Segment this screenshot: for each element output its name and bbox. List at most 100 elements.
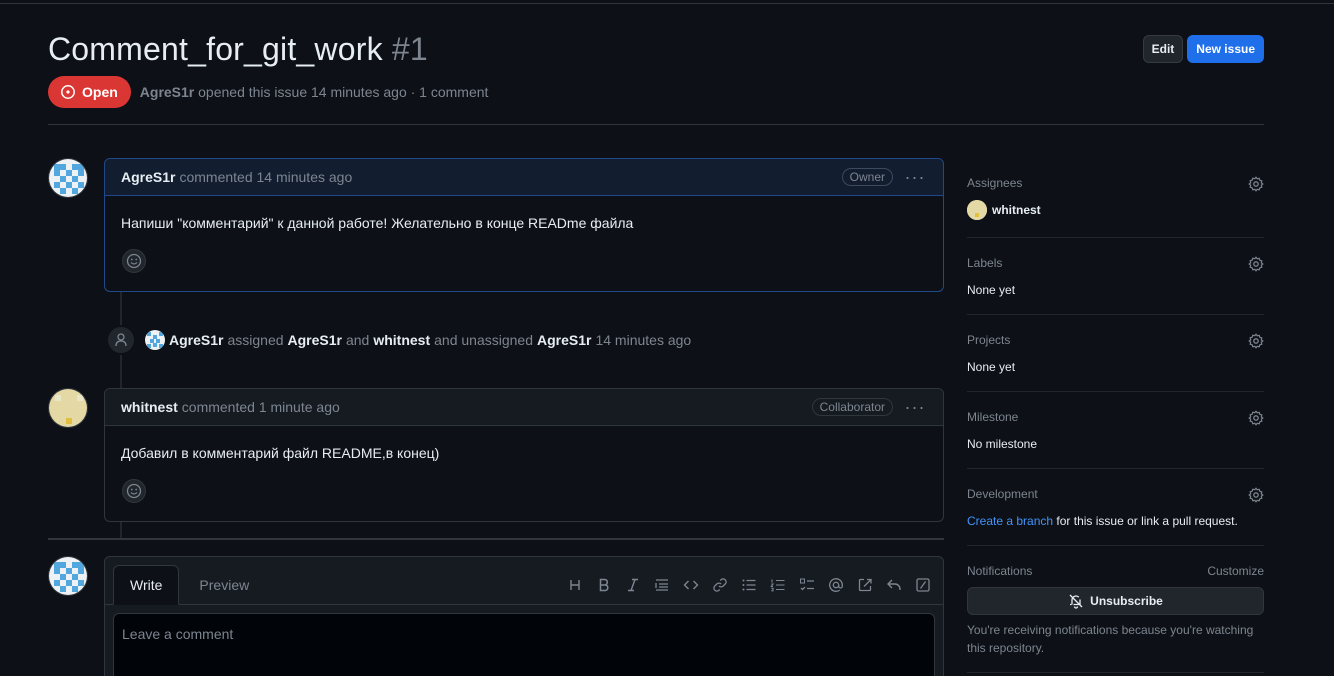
status-label: Open xyxy=(82,84,118,100)
comment-author[interactable]: whitnest xyxy=(121,399,178,415)
tab-preview[interactable]: Preview xyxy=(183,565,265,605)
numbered-list-icon[interactable] xyxy=(763,574,792,596)
avatar xyxy=(967,200,987,220)
avatar[interactable] xyxy=(48,388,88,428)
timeline-divider xyxy=(48,538,944,540)
reply-icon[interactable] xyxy=(879,574,908,596)
quote-icon[interactable] xyxy=(647,574,676,596)
assignment-event: AgreS1r assigned AgreS1r and whitnest an… xyxy=(106,325,691,355)
milestone-value: No milestone xyxy=(967,437,1038,451)
development-text: for this issue or link a pull request. xyxy=(1053,514,1238,528)
gear-icon[interactable] xyxy=(1248,487,1264,503)
sidebar-divider xyxy=(967,545,1264,546)
comment-author[interactable]: AgreS1r xyxy=(121,169,175,185)
event-user[interactable]: AgreS1r xyxy=(288,332,342,348)
issue-author[interactable]: AgreS1r xyxy=(140,84,194,100)
section-title: Assignees xyxy=(967,176,1023,190)
role-badge: Owner xyxy=(841,168,893,186)
avatar[interactable] xyxy=(48,556,88,596)
link-icon[interactable] xyxy=(705,574,734,596)
event-actor[interactable]: AgreS1r xyxy=(169,332,223,348)
issue-number: #1 xyxy=(391,31,428,67)
event-user[interactable]: whitnest xyxy=(373,332,430,348)
issue-state-row: Open AgreS1r opened this issue 14 minute… xyxy=(48,76,488,108)
sidebar-divider xyxy=(967,237,1264,238)
italic-icon[interactable] xyxy=(618,574,647,596)
event-time[interactable]: 14 minutes ago xyxy=(595,332,691,348)
comment-body: Напиши "комментарий" к данной работе! Же… xyxy=(121,215,634,231)
gear-icon[interactable] xyxy=(1248,333,1264,349)
event-word: and xyxy=(345,332,370,348)
issue-open-icon xyxy=(61,85,75,99)
markdown-toolbar xyxy=(560,574,937,596)
comment-time[interactable]: commented 14 minutes ago xyxy=(179,169,352,185)
customize-link[interactable]: Customize xyxy=(1207,564,1264,578)
event-user[interactable]: AgreS1r xyxy=(537,332,591,348)
task-list-icon[interactable] xyxy=(792,574,821,596)
more-options-icon[interactable]: ··· xyxy=(903,168,927,186)
gear-icon[interactable] xyxy=(1248,410,1264,426)
notifications-note: You're receiving notifications because y… xyxy=(967,623,1254,655)
projects-value: None yet xyxy=(967,360,1016,374)
slash-commands-icon[interactable] xyxy=(908,574,937,596)
code-icon[interactable] xyxy=(676,574,705,596)
create-branch-link[interactable]: Create a branch xyxy=(967,514,1053,528)
new-issue-button[interactable]: New issue xyxy=(1187,35,1264,63)
development-section: Development Create a branch for this iss… xyxy=(967,487,1264,528)
comment: AgreS1r commented 14 minutes ago Owner ·… xyxy=(104,158,944,292)
gear-icon[interactable] xyxy=(1248,176,1264,192)
add-reaction-button[interactable] xyxy=(122,249,146,273)
comment-textarea[interactable]: Leave a comment xyxy=(113,613,935,676)
mention-icon[interactable] xyxy=(821,574,850,596)
issue-meta-text: opened this issue 14 minutes ago · 1 com… xyxy=(198,84,489,100)
comment-composer: Write Preview Leave a comment xyxy=(104,556,944,676)
bulleted-list-icon[interactable] xyxy=(734,574,763,596)
milestone-section: Milestone No milestone xyxy=(967,410,1264,451)
gear-icon[interactable] xyxy=(1248,256,1264,272)
bell-slash-icon xyxy=(1069,594,1083,609)
event-word: and unassigned xyxy=(434,332,533,348)
sidebar-divider xyxy=(967,468,1264,469)
issue-meta: AgreS1r opened this issue 14 minutes ago… xyxy=(140,84,489,100)
add-reaction-button[interactable] xyxy=(122,479,146,503)
comment: whitnest commented 1 minute ago Collabor… xyxy=(104,388,944,522)
unsubscribe-button[interactable]: Unsubscribe xyxy=(967,587,1264,615)
comment-time[interactable]: commented 1 minute ago xyxy=(182,399,340,415)
section-title: Labels xyxy=(967,256,1003,270)
event-word: assigned xyxy=(227,332,284,348)
bold-icon[interactable] xyxy=(589,574,618,596)
more-options-icon[interactable]: ··· xyxy=(903,398,927,416)
smiley-icon xyxy=(126,483,142,499)
labels-value: None yet xyxy=(967,283,1016,297)
role-badge: Collaborator xyxy=(811,398,893,416)
event-text: AgreS1r assigned AgreS1r and whitnest an… xyxy=(169,332,691,348)
labels-section: Labels None yet xyxy=(967,256,1264,297)
projects-section: Projects None yet xyxy=(967,333,1264,374)
unsubscribe-label: Unsubscribe xyxy=(1090,594,1163,608)
comment-header: whitnest commented 1 minute ago Collabor… xyxy=(105,389,943,426)
avatar[interactable] xyxy=(48,158,88,198)
status-badge: Open xyxy=(48,76,131,108)
header-actions: Edit New issue xyxy=(1142,35,1264,63)
reference-icon[interactable] xyxy=(850,574,879,596)
section-title: Development xyxy=(967,487,1038,501)
sidebar-divider xyxy=(967,314,1264,315)
timeline-line xyxy=(120,521,122,538)
header-divider xyxy=(48,124,1264,125)
heading-icon[interactable] xyxy=(560,574,589,596)
comment-header: AgreS1r commented 14 minutes ago Owner ·… xyxy=(105,159,943,196)
comment-body: Добавил в комментарий файл README,в коне… xyxy=(121,445,440,461)
edit-button[interactable]: Edit xyxy=(1142,35,1184,63)
sidebar-divider xyxy=(967,391,1264,392)
avatar[interactable] xyxy=(145,330,165,350)
assignee[interactable]: whitnest xyxy=(967,200,1264,220)
assignees-section: Assignees whitnest xyxy=(967,176,1264,220)
assignee-name: whitnest xyxy=(992,203,1041,217)
notifications-section: Notifications Customize Unsubscribe You'… xyxy=(967,564,1264,657)
tab-write[interactable]: Write xyxy=(113,565,180,605)
top-border xyxy=(0,3,1334,4)
section-title: Milestone xyxy=(967,410,1019,424)
composer-tabs: Write Preview xyxy=(113,565,265,605)
development-value: Create a branch for this issue or link a… xyxy=(967,514,1264,528)
issue-title: Comment_for_git_work #1 xyxy=(48,31,428,67)
